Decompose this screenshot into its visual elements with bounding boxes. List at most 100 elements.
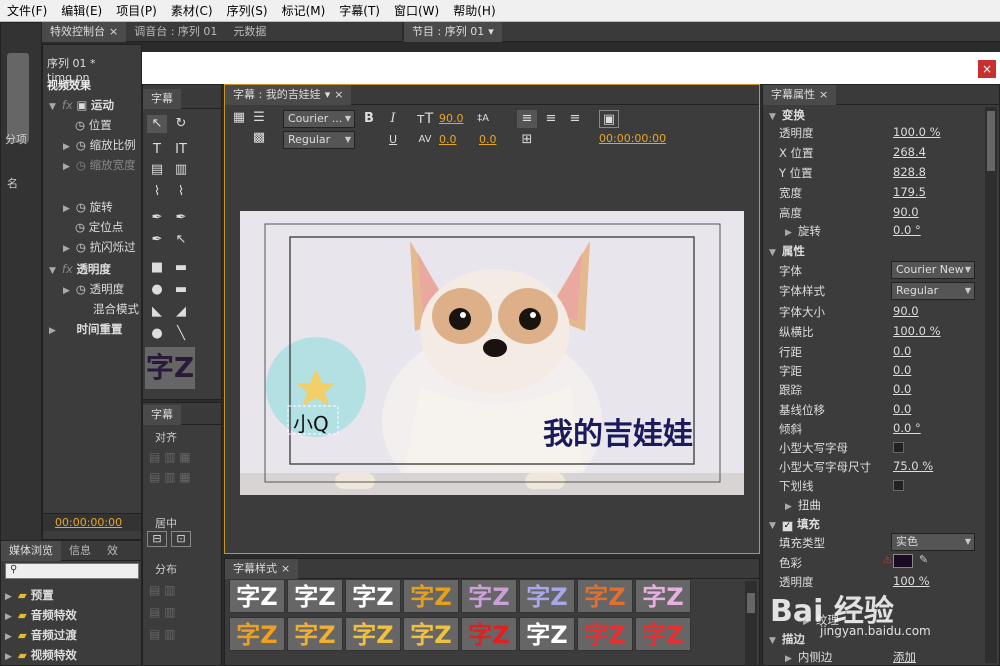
prop-value[interactable]: 100.0 % [893,324,941,338]
prop-value[interactable]: 90.0 [893,205,919,219]
prop-value[interactable]: 75.0 % [893,459,933,473]
tab-title[interactable]: 字幕 : 我的吉娃娃 ▾ × [225,84,352,105]
underline-icon[interactable]: U [383,131,403,149]
pen-tool-icon[interactable]: ✒ [147,209,167,227]
style-swatch[interactable]: 字Z [345,579,401,613]
tracking-value[interactable]: 0.0 [479,133,497,146]
style-swatch[interactable]: 字Z [403,579,459,613]
font-dropdown[interactable]: Courier ... [283,110,355,128]
template-icon[interactable]: ▩ [249,129,269,147]
title-canvas[interactable]: 小Q 我的吉娃娃 [240,211,744,495]
tab-media-browser[interactable]: 媒体浏览 [1,540,61,561]
style-swatch[interactable]: 字Z [519,579,575,613]
prop-value[interactable]: 0.0 [893,363,911,377]
italic-icon[interactable]: I [383,110,403,128]
clipped-rect-icon[interactable]: ● [147,281,167,299]
opacity-row[interactable]: ▼ fx 透明度 [49,261,111,277]
font-size-value[interactable]: 90.0 [439,112,464,125]
prop-value[interactable]: 179.5 [893,185,926,199]
style-swatch[interactable]: 字Z [461,579,517,613]
center-horizontal-icon[interactable]: ⊟ [147,531,167,547]
tab-title-properties[interactable]: 字幕属性 × [763,84,837,105]
eyedropper-icon[interactable]: ✎ [919,553,928,566]
style-swatch[interactable]: 字Z [461,617,517,651]
tab-metadata[interactable]: 元数据 [225,22,274,42]
fill-section[interactable]: ▼ ✓ 填充 [769,516,820,532]
prop-value[interactable]: 268.4 [893,145,926,159]
font-family-dropdown[interactable]: Courier New [891,261,975,279]
delete-anchor-icon[interactable]: ✒ [171,209,191,227]
inner-stroke-row[interactable]: ▶ 内侧边 [785,649,832,665]
motion-row[interactable]: ▼ fx ▣ 运动 [49,97,114,113]
path-type-icon[interactable]: ⌇ [147,183,167,201]
show-video-icon[interactable]: ▣ [599,110,619,128]
add-inner-stroke-link[interactable]: 添加 [893,649,916,665]
time-remap-row[interactable]: ▶ 时间重置 [49,321,123,337]
menu-sequence[interactable]: 序列(S) [220,2,275,19]
folder-item[interactable]: ▶ ▰ 音频过渡 [5,627,77,643]
style-swatch[interactable]: 字Z [635,579,691,613]
arc-tool-icon[interactable]: ◢ [171,303,191,321]
prop-antiflicker[interactable]: ▶ ◷ 抗闪烁过 [63,239,136,255]
prop-position[interactable]: ◷ 位置 [75,117,112,133]
prop-value[interactable]: 100.0 % [893,125,941,139]
prop-opacity[interactable]: ▶ ◷ 透明度 [63,281,124,297]
title-timecode[interactable]: 00:00:00:00 [599,132,666,145]
tab-title-styles[interactable]: 字幕样式 × [225,558,299,579]
tab-effects[interactable]: 效 [99,541,126,561]
menu-marker[interactable]: 标记(M) [275,2,333,19]
props-scrollbar[interactable] [985,107,997,663]
vertical-type-icon[interactable]: IT [171,141,191,159]
folder-item[interactable]: ▶ ▰ 预置 [5,587,54,603]
selection-tool-icon[interactable]: ↖ [147,115,167,133]
prop-scale[interactable]: ▶ ◷ 缩放比例 [63,137,136,153]
style-swatch[interactable]: 字Z [635,617,691,651]
fill-color-swatch[interactable] [893,554,913,568]
prop-value[interactable]: 0.0 [893,402,911,416]
fill-type-dropdown[interactable]: 实色 [891,533,975,551]
menu-clip[interactable]: 素材(C) [164,2,220,19]
align-center-icon[interactable]: ≡ [541,110,561,128]
new-title-icon[interactable]: ▦ [229,109,249,127]
menu-file[interactable]: 文件(F) [0,2,54,19]
menu-window[interactable]: 窗口(W) [387,2,446,19]
style-swatch[interactable]: 字Z [519,617,575,651]
center-vertical-icon[interactable]: ⊡ [171,531,191,547]
underline-checkbox[interactable] [893,480,904,491]
styles-scrollbar[interactable] [745,581,757,665]
style-dropdown[interactable]: Regular [283,131,355,149]
search-input[interactable]: ⚲ [5,563,139,579]
style-swatch[interactable]: 字Z [577,579,633,613]
stroke-section[interactable]: ▼ 描边 [769,631,805,647]
prop-value[interactable]: 100 % [893,574,930,588]
style-swatch[interactable]: 字Z [287,579,343,613]
tab-audio-mixer[interactable]: 调音台 : 序列 01 [126,22,225,42]
tab-titler-tools[interactable]: 字幕 [143,88,181,109]
vertical-area-icon[interactable]: ▥ [171,161,191,179]
rounded-rect-icon[interactable]: ▬ [171,259,191,277]
add-anchor-icon[interactable]: ✒ [147,231,167,249]
close-icon[interactable]: × [978,60,996,78]
style-swatch[interactable]: 字Z [577,617,633,651]
tab-titler-actions[interactable]: 字幕 [143,404,181,425]
ellipse-tool-icon[interactable]: ● [147,325,167,343]
wedge-tool-icon[interactable]: ◣ [147,303,167,321]
effect-timecode[interactable]: 00:00:00:00 [55,516,122,529]
tab-stops-icon[interactable]: ⊞ [517,131,537,149]
align-left-icon[interactable]: ≡ [517,110,537,128]
prop-value[interactable]: 0.0 [893,382,911,396]
roll-crawl-icon[interactable]: ☰ [249,109,269,127]
folder-item[interactable]: ▶ ▰ 视频特效 [5,647,77,663]
main-title-text[interactable]: 我的吉娃娃 [543,409,693,453]
prop-value[interactable]: 0.0 ° [893,223,921,237]
transform-section[interactable]: ▼ 变换 [769,107,805,123]
prop-value[interactable]: 0.0 ° [893,421,921,435]
attributes-section[interactable]: ▼ 属性 [769,243,805,259]
rectangle-tool-icon[interactable]: ■ [147,259,167,277]
tab-info[interactable]: 信息 [61,541,99,561]
small-title-text[interactable]: 小Q [293,408,329,437]
style-swatch[interactable]: 字Z [229,579,285,613]
menu-title[interactable]: 字幕(T) [332,2,387,19]
prop-value[interactable]: 0.0 [893,344,911,358]
type-tool-icon[interactable]: T [147,141,167,159]
